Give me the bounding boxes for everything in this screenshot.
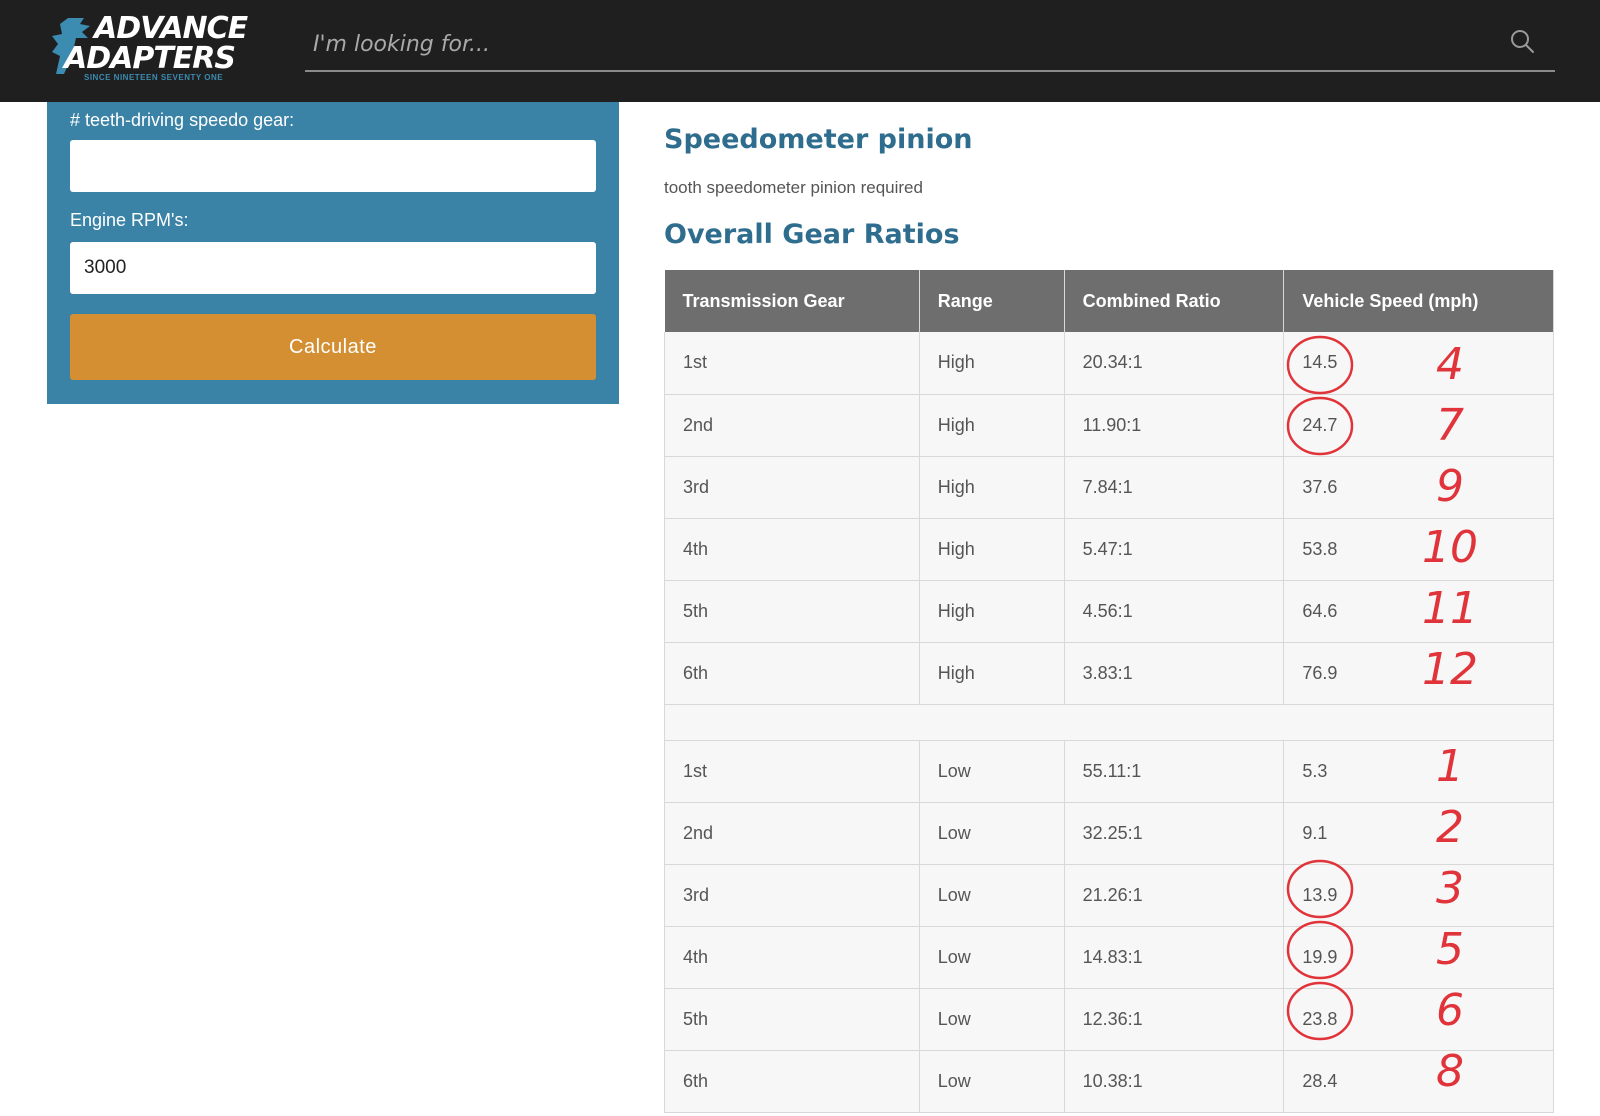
- col-header-speed: Vehicle Speed (mph): [1283, 270, 1554, 332]
- cell-range: Low: [919, 864, 1065, 927]
- cell-speed: 14.5: [1283, 332, 1554, 395]
- cell-gear: 2nd: [664, 802, 920, 865]
- cell-gear: 5th: [664, 988, 920, 1051]
- cell-speed: 19.9: [1283, 926, 1554, 989]
- calculator-form: # teeth-driving speedo gear: Engine RPM'…: [47, 102, 619, 404]
- cell-range: High: [919, 580, 1065, 643]
- cell-gear: 1st: [664, 332, 920, 395]
- engine-rpm-input[interactable]: [70, 242, 596, 294]
- table-row: 4th Low 14.83:1 19.9: [664, 926, 1554, 989]
- cell-range: Low: [919, 1050, 1065, 1113]
- speedo-gear-label: # teeth-driving speedo gear:: [70, 110, 295, 130]
- cell-ratio: 55.11:1: [1064, 740, 1285, 803]
- cell-speed: 76.9: [1283, 642, 1554, 705]
- cell-ratio: 20.34:1: [1064, 332, 1285, 395]
- cell-range: High: [919, 332, 1065, 395]
- logo-tagline: SINCE NINETEEN SEVENTY ONE: [84, 73, 224, 82]
- cell-range: High: [919, 456, 1065, 519]
- cell-range: Low: [919, 802, 1065, 865]
- cell-ratio: 12.36:1: [1064, 988, 1285, 1051]
- spacer-cell: [664, 704, 1554, 741]
- cell-gear: 6th: [664, 642, 920, 705]
- cell-ratio: 5.47:1: [1064, 518, 1285, 581]
- cell-gear: 3rd: [664, 864, 920, 927]
- cell-speed: 23.8: [1283, 988, 1554, 1051]
- overall-gear-ratios-heading: Overall Gear Ratios: [664, 219, 960, 250]
- table-row: 3rd High 7.84:1 37.6: [664, 456, 1554, 519]
- logo-line1: ADVANCE: [94, 11, 248, 46]
- table-row: 1st High 20.34:1 14.5: [664, 332, 1554, 395]
- speedometer-pinion-heading: Speedometer pinion: [664, 124, 973, 155]
- table-row: 3rd Low 21.26:1 13.9: [664, 864, 1554, 927]
- cell-speed: 53.8: [1283, 518, 1554, 581]
- table-row: 6th Low 10.38:1 28.4: [664, 1050, 1554, 1113]
- cell-gear: 5th: [664, 580, 920, 643]
- cell-gear: 3rd: [664, 456, 920, 519]
- cell-gear: 4th: [664, 518, 920, 581]
- cell-ratio: 11.90:1: [1064, 394, 1285, 457]
- col-header-range: Range: [919, 270, 1065, 332]
- table-header-row: Transmission Gear Range Combined Ratio V…: [664, 270, 1554, 332]
- pinion-required-text: tooth speedometer pinion required: [664, 178, 923, 197]
- cell-range: Low: [919, 926, 1065, 989]
- cell-speed: 37.6: [1283, 456, 1554, 519]
- cell-range: High: [919, 642, 1065, 705]
- search-input[interactable]: [305, 26, 1455, 62]
- cell-range: High: [919, 518, 1065, 581]
- cell-ratio: 4.56:1: [1064, 580, 1285, 643]
- table-row: 4th High 5.47:1 53.8: [664, 518, 1554, 581]
- cell-range: High: [919, 394, 1065, 457]
- cell-ratio: 21.26:1: [1064, 864, 1285, 927]
- cell-ratio: 7.84:1: [1064, 456, 1285, 519]
- cell-ratio: 32.25:1: [1064, 802, 1285, 865]
- search-bar: [305, 20, 1555, 72]
- table-row: 2nd Low 32.25:1 9.1: [664, 802, 1554, 865]
- calculate-button[interactable]: Calculate: [70, 314, 596, 380]
- cell-range: Low: [919, 740, 1065, 803]
- gear-ratios-table: Transmission Gear Range Combined Ratio V…: [664, 270, 1554, 1113]
- table-row: 1st Low 55.11:1 5.3: [664, 740, 1554, 803]
- table-row: 5th High 4.56:1 64.6: [664, 580, 1554, 643]
- cell-gear: 6th: [664, 1050, 920, 1113]
- cell-gear: 1st: [664, 740, 920, 803]
- cell-ratio: 14.83:1: [1064, 926, 1285, 989]
- logo-line2: ADAPTERS: [64, 41, 236, 76]
- cell-speed: 9.1: [1283, 802, 1554, 865]
- cell-gear: 2nd: [664, 394, 920, 457]
- col-header-gear: Transmission Gear: [664, 270, 920, 332]
- table-row: 5th Low 12.36:1 23.8: [664, 988, 1554, 1051]
- advance-adapters-logo[interactable]: ADVANCE ADAPTERS SINCE NINETEEN SEVENTY …: [50, 12, 275, 84]
- cell-speed: 5.3: [1283, 740, 1554, 803]
- cell-speed: 13.9: [1283, 864, 1554, 927]
- cell-ratio: 3.83:1: [1064, 642, 1285, 705]
- speedo-gear-input[interactable]: [70, 140, 596, 192]
- cell-speed: 24.7: [1283, 394, 1554, 457]
- table-row: 2nd High 11.90:1 24.7: [664, 394, 1554, 457]
- table-spacer-row: [664, 704, 1554, 741]
- cell-speed: 28.4: [1283, 1050, 1554, 1113]
- table-body: 1st High 20.34:1 14.5 2nd High 11.90:1 24.7 3rd H…: [664, 332, 1554, 1113]
- cell-ratio: 10.38:1: [1064, 1050, 1285, 1113]
- engine-rpm-label: Engine RPM's:: [70, 210, 189, 230]
- table-row: 6th High 3.83:1 76.9: [664, 642, 1554, 705]
- col-header-ratio: Combined Ratio: [1064, 270, 1285, 332]
- cell-speed: 64.6: [1283, 580, 1554, 643]
- site-header: ADVANCE ADAPTERS SINCE NINETEEN SEVENTY …: [0, 0, 1600, 102]
- cell-range: Low: [919, 988, 1065, 1051]
- search-icon[interactable]: [1509, 28, 1535, 54]
- cell-gear: 4th: [664, 926, 920, 989]
